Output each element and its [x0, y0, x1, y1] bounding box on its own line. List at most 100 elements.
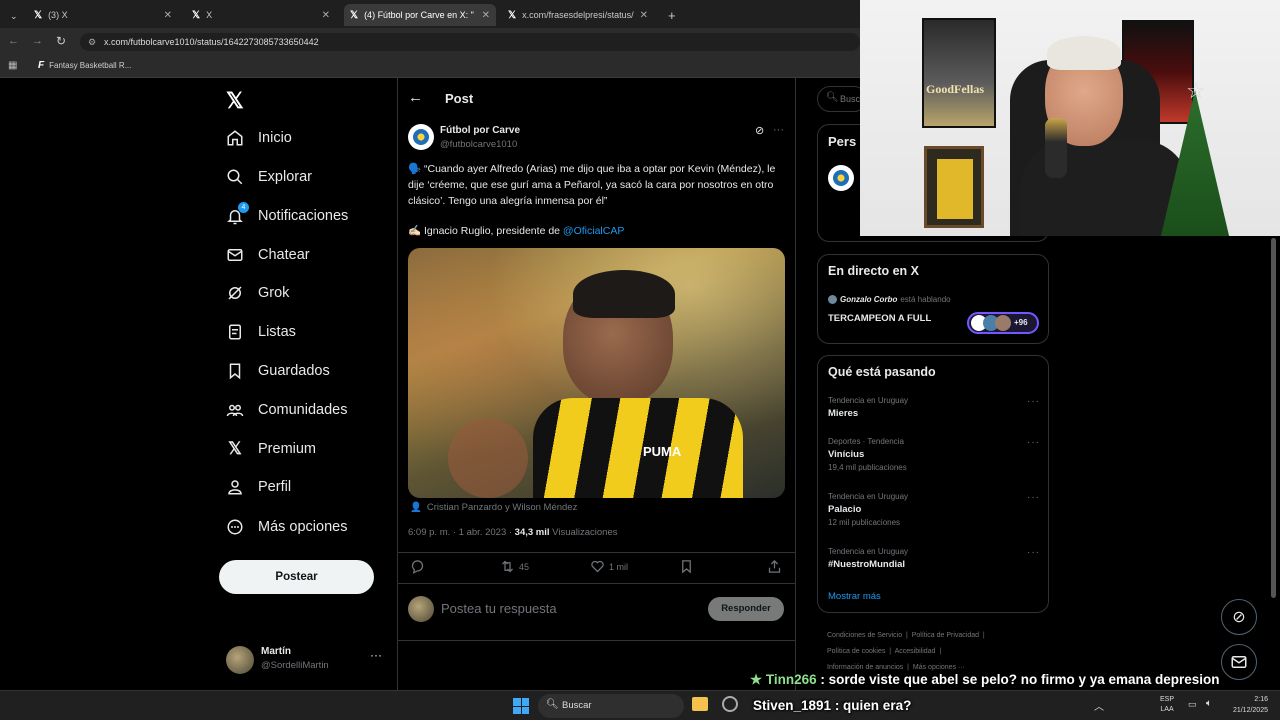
- like-button[interactable]: 1 mil: [590, 559, 628, 574]
- avatar: [828, 295, 837, 304]
- x-logo-icon: 𝕏: [228, 439, 242, 458]
- close-icon[interactable]: ✕: [482, 10, 490, 21]
- file-explorer-icon[interactable]: [692, 697, 708, 711]
- avatar: [408, 596, 434, 622]
- list-icon: [226, 323, 244, 341]
- forward-icon[interactable]: →: [32, 35, 43, 47]
- share-icon[interactable]: [767, 559, 782, 579]
- app-icon[interactable]: [722, 696, 738, 712]
- sidebar-item-grok[interactable]: Grok: [226, 278, 289, 308]
- microphone: [1045, 118, 1067, 178]
- webcam-overlay: GoodFellas ☆: [860, 0, 1280, 236]
- mention-link[interactable]: @OficialCAP: [563, 225, 624, 237]
- chat-message: ★ Tinn266 : sorde viste que abel se pelo…: [750, 672, 1220, 687]
- retweet-button[interactable]: 45: [500, 559, 529, 574]
- post-button[interactable]: Postear: [219, 560, 374, 594]
- show-more-link[interactable]: Mostrar más: [828, 591, 881, 602]
- chevron-up-icon[interactable]: ︿: [1094, 698, 1104, 713]
- search-icon: [226, 168, 244, 186]
- star-icon: ☆: [1186, 78, 1206, 103]
- search-icon: 🔍︎: [546, 699, 559, 710]
- footer-link[interactable]: Accesibilidad: [895, 648, 936, 655]
- more-horizontal-icon[interactable]: ···: [1027, 437, 1040, 448]
- sidebar-item-explorar[interactable]: Explorar: [226, 162, 312, 192]
- trend-item[interactable]: Tendencia en Uruguay Palacio 12 mil publ…: [828, 492, 1040, 527]
- heart-icon: [591, 560, 604, 573]
- framed-picture: [924, 146, 984, 228]
- grok-icon[interactable]: ⊘: [755, 124, 764, 137]
- live-host[interactable]: Gonzalo Corbo está hablando: [828, 295, 951, 304]
- grok-floating-button[interactable]: ⊘: [1221, 599, 1257, 635]
- trend-item[interactable]: Tendencia en Uruguay #NuestroMundial ···: [828, 547, 1040, 570]
- language-indicator[interactable]: ESP LAA: [1160, 695, 1174, 715]
- sidebar-item-inicio[interactable]: Inicio: [226, 123, 292, 153]
- more-horizontal-icon[interactable]: ···: [1027, 547, 1040, 558]
- post-meta: 6:09 p. m. · 1 abr. 2023 · 34,3 mil Visu…: [408, 527, 618, 538]
- sidebar-item-premium[interactable]: 𝕏 Premium: [226, 434, 316, 464]
- browser-tab[interactable]: 𝕏 (3) X ✕: [28, 4, 178, 26]
- sidebar-item-notificaciones[interactable]: 4 Notificaciones: [226, 201, 348, 231]
- sidebar-item-mas-opciones[interactable]: Más opciones: [226, 512, 347, 542]
- more-horizontal-icon[interactable]: ···: [773, 124, 784, 136]
- reply-input[interactable]: Postea tu respuesta: [441, 601, 557, 616]
- sidebar-item-perfil[interactable]: Perfil: [226, 472, 291, 502]
- club-logo-icon: [413, 129, 429, 145]
- sidebar-item-chatear[interactable]: Chatear: [226, 240, 310, 270]
- sidebar-item-comunidades[interactable]: Comunidades: [226, 395, 347, 425]
- bookmark-icon[interactable]: [679, 559, 694, 579]
- site-info-icon[interactable]: ⚙: [88, 33, 96, 51]
- back-arrow-icon[interactable]: ←: [408, 89, 423, 106]
- movie-poster: GoodFellas: [922, 18, 996, 128]
- taskbar-search[interactable]: 🔍︎ Buscar: [538, 694, 684, 718]
- bookmark-icon: [226, 362, 244, 380]
- browser-tab-active[interactable]: 𝕏 (4) Fútbol por Carve en X: " ✕: [344, 4, 496, 26]
- messages-floating-button[interactable]: [1221, 644, 1257, 680]
- clock[interactable]: 2:16 21/12/2025: [1224, 694, 1268, 716]
- new-tab-button[interactable]: +: [662, 4, 680, 26]
- scrollbar[interactable]: [1271, 238, 1276, 598]
- reply-icon[interactable]: [410, 559, 425, 577]
- star-icon: ★: [750, 672, 766, 687]
- x-logo-icon[interactable]: 𝕏: [226, 88, 244, 114]
- suggested-avatar[interactable]: [828, 165, 854, 191]
- trend-item[interactable]: Tendencia en Uruguay Mieres ···: [828, 396, 1040, 419]
- author-avatar[interactable]: [408, 124, 434, 150]
- close-icon[interactable]: ✕: [640, 10, 648, 21]
- network-icon[interactable]: ▭: [1188, 699, 1197, 710]
- close-icon[interactable]: ✕: [322, 10, 330, 21]
- avatar: [226, 646, 254, 674]
- trend-item[interactable]: Deportes · Tendencia Vinícius 19,4 mil p…: [828, 437, 1040, 472]
- volume-icon[interactable]: 🔈︎: [1206, 698, 1212, 709]
- close-icon[interactable]: ✕: [164, 10, 172, 21]
- reload-icon[interactable]: ↻: [56, 34, 66, 48]
- more-horizontal-icon[interactable]: ···: [1027, 396, 1040, 407]
- sidebar-item-listas[interactable]: Listas: [226, 317, 296, 347]
- windows-taskbar: 🔍︎ Buscar ︿ ESP LAA ▭ 🔈︎ 2:16 21/12/2025: [0, 690, 1280, 720]
- center-right-border: [795, 78, 796, 690]
- back-icon[interactable]: ←: [8, 35, 19, 47]
- account-switcher[interactable]: Martín @SordelliMartin ···: [226, 644, 386, 676]
- footer-link[interactable]: Más opciones ···: [913, 664, 965, 671]
- player-hair: [573, 270, 675, 318]
- live-listeners[interactable]: +96: [967, 312, 1039, 334]
- windows-start-icon[interactable]: [513, 698, 529, 714]
- tab-list-button[interactable]: ⌄: [4, 5, 22, 27]
- footer-link[interactable]: Política de cookies: [827, 648, 885, 655]
- live-space-title[interactable]: TERCAMPEON A FULL: [828, 313, 931, 324]
- footer-link[interactable]: Información de anuncios: [827, 664, 903, 671]
- sidebar-item-guardados[interactable]: Guardados: [226, 356, 330, 386]
- footer-link[interactable]: Política de Privacidad: [912, 632, 979, 639]
- apps-grid-icon[interactable]: ▦: [8, 60, 17, 71]
- person-hair: [1047, 36, 1121, 70]
- footer-link[interactable]: Condiciones de Servicio: [827, 632, 902, 639]
- post-image[interactable]: PUMA: [408, 248, 785, 498]
- browser-tab[interactable]: 𝕏 x.com/frasesdelpresi/status/17… ✕: [502, 4, 654, 26]
- reply-button[interactable]: Responder: [708, 597, 784, 621]
- bell-icon: 4: [226, 202, 249, 225]
- author-handle[interactable]: @futbolcarve1010: [440, 139, 517, 150]
- author-name[interactable]: Fútbol por Carve: [440, 125, 520, 136]
- browser-tab[interactable]: 𝕏 X ✕: [186, 4, 336, 26]
- more-horizontal-icon[interactable]: ···: [1027, 492, 1040, 503]
- url-field[interactable]: ⚙ x.com/futbolcarve1010/status/164227308…: [80, 33, 860, 51]
- bookmark-item[interactable]: F Fantasy Basketball R...: [38, 60, 131, 71]
